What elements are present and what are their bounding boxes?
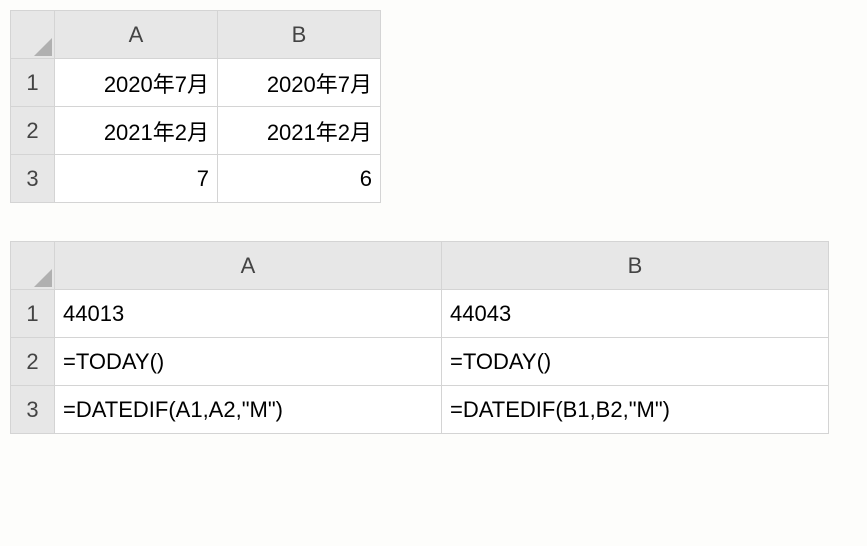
cell-a2[interactable]: 2021年2月 [55,107,218,155]
cell-a3[interactable]: 7 [55,155,218,203]
cell-a1[interactable]: 44013 [55,290,442,338]
cell-b1[interactable]: 44043 [442,290,829,338]
spreadsheet-table-2: A B 1 44013 44043 2 =TODAY() =TODAY() 3 … [10,241,829,434]
cell-b3[interactable]: 6 [218,155,381,203]
select-all-triangle-icon [34,38,52,56]
column-header-b[interactable]: B [442,242,829,290]
select-all-corner[interactable] [11,11,55,59]
column-header-a[interactable]: A [55,11,218,59]
row-header-1[interactable]: 1 [11,290,55,338]
cell-b2[interactable]: =TODAY() [442,338,829,386]
spreadsheet-table-1: A B 1 2020年7月 2020年7月 2 2021年2月 2021年2月 … [10,10,381,203]
cell-a1[interactable]: 2020年7月 [55,59,218,107]
select-all-triangle-icon [34,269,52,287]
row-header-2[interactable]: 2 [11,107,55,155]
column-header-a[interactable]: A [55,242,442,290]
cell-a3[interactable]: =DATEDIF(A1,A2,"M") [55,386,442,434]
row-header-3[interactable]: 3 [11,386,55,434]
column-header-b[interactable]: B [218,11,381,59]
row-header-2[interactable]: 2 [11,338,55,386]
cell-b3[interactable]: =DATEDIF(B1,B2,"M") [442,386,829,434]
select-all-corner[interactable] [11,242,55,290]
cell-b2[interactable]: 2021年2月 [218,107,381,155]
cell-a2[interactable]: =TODAY() [55,338,442,386]
row-header-3[interactable]: 3 [11,155,55,203]
cell-b1[interactable]: 2020年7月 [218,59,381,107]
row-header-1[interactable]: 1 [11,59,55,107]
